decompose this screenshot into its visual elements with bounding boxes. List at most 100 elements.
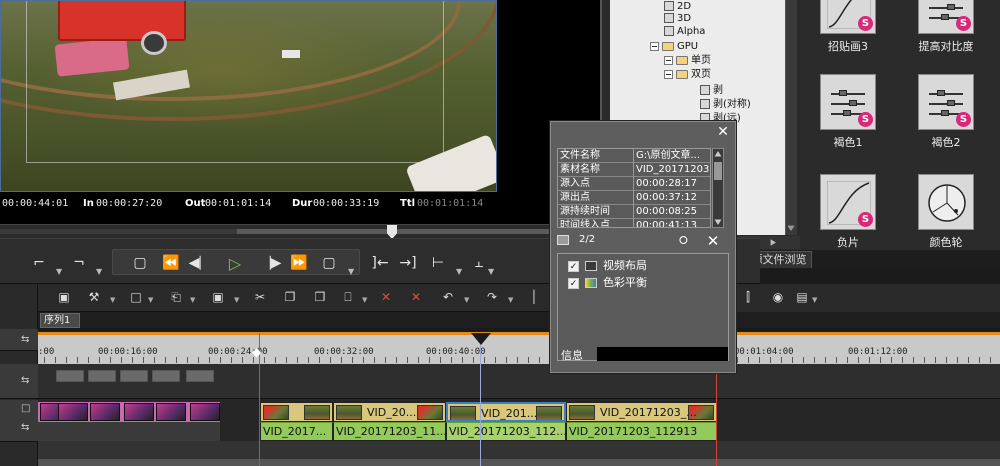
chevron-down-icon[interactable]: ▼ xyxy=(456,267,462,276)
match-frame-in-icon[interactable]: ]← xyxy=(368,252,392,274)
info-scrollbar[interactable] xyxy=(712,148,724,228)
tab-sequence-1[interactable]: 序列1 xyxy=(40,313,80,328)
effect-thumbnail[interactable]: S xyxy=(918,74,974,130)
delete-icon[interactable]: ✕ xyxy=(408,289,424,305)
property-row[interactable]: 素材名称 VID_20171203... xyxy=(558,163,710,177)
scrollbar-thumb[interactable] xyxy=(714,162,722,180)
chevron-down-icon[interactable]: ▼ xyxy=(348,267,354,276)
cut-icon[interactable]: ✂ xyxy=(252,289,268,305)
step-forward-icon[interactable]: ⎹▶ xyxy=(257,252,282,274)
property-row[interactable]: 时间线入点 00:00:41:13 xyxy=(558,219,710,227)
tree-item[interactable]: 单页 xyxy=(664,54,711,68)
collapse-icon[interactable] xyxy=(664,55,673,65)
preview-video-frame[interactable] xyxy=(0,0,497,192)
effect-thumbnail[interactable] xyxy=(918,174,974,230)
track-header-v1[interactable]: □ ⇆ xyxy=(0,400,38,442)
marker-icon[interactable]: │ xyxy=(526,289,542,305)
chevron-down-icon[interactable]: ▼ xyxy=(148,296,153,304)
video-clip[interactable] xyxy=(260,402,333,422)
tree-item[interactable]: 剥(对称) xyxy=(700,98,751,112)
in-point-flag-icon[interactable]: ◆ xyxy=(252,345,266,359)
property-row[interactable]: 源持续时间 00:00:08:25 xyxy=(558,205,710,219)
effect-tree-scrollbar[interactable] xyxy=(785,0,797,235)
effect-thumbnail[interactable]: S xyxy=(820,74,876,130)
chevron-down-icon[interactable]: ▼ xyxy=(96,267,102,276)
insert-icon[interactable]: ⊢ xyxy=(426,252,450,274)
effect-thumbnail[interactable]: S xyxy=(820,0,876,34)
audio-clip[interactable]: VID_2017... xyxy=(260,422,333,441)
close-icon[interactable]: ✕ xyxy=(705,232,721,250)
video-clip-selected[interactable]: VID_201... xyxy=(446,402,566,422)
tree-item[interactable]: 3D xyxy=(664,12,691,26)
track-a1[interactable] xyxy=(38,441,1000,459)
set-in-icon[interactable]: ⌐ xyxy=(30,252,48,274)
effect-row-layout[interactable]: ✓ 视频布局 xyxy=(568,258,647,274)
checkbox[interactable]: ✓ xyxy=(568,260,579,272)
camera-icon[interactable]: ▣ xyxy=(56,289,72,305)
effect-row-color-balance[interactable]: ✓ 色彩平衡 xyxy=(568,275,647,291)
audio-mixer-icon[interactable]: ⫿ xyxy=(740,289,756,305)
overwrite-icon[interactable]: ⫠ xyxy=(468,252,490,274)
sync-icon[interactable]: ⇆ xyxy=(21,334,29,345)
color-wheel-icon[interactable]: ◉ xyxy=(770,289,786,305)
effect-thumbnail[interactable]: S xyxy=(820,174,876,230)
property-row[interactable]: 源入点 00:00:28:17 xyxy=(558,177,710,191)
track-a2[interactable] xyxy=(38,459,1000,466)
undo-icon[interactable]: ↶ xyxy=(440,289,456,305)
property-row[interactable]: 文件名称 G:\原创文章... xyxy=(558,149,710,163)
filter-icon[interactable]: ⭘ xyxy=(679,234,693,248)
set-out-icon[interactable]: ¬ xyxy=(70,252,88,274)
chevron-down-icon[interactable]: ▼ xyxy=(488,267,494,276)
video-track-icon[interactable]: □ xyxy=(21,403,30,414)
chevron-down-icon[interactable]: ▼ xyxy=(812,296,817,304)
scrubber-thumb[interactable] xyxy=(387,225,397,239)
chevron-down-icon[interactable]: ▼ xyxy=(110,296,115,304)
audio-clip-selected[interactable]: VID_20171203_112... xyxy=(446,422,566,441)
loop-icon[interactable]: ▢ xyxy=(318,252,340,274)
chevron-down-icon[interactable]: ▼ xyxy=(190,296,195,304)
property-row[interactable]: 源出点 00:00:37:12 xyxy=(558,191,710,205)
fast-forward-icon[interactable]: ⏩ xyxy=(286,252,312,274)
stop-icon[interactable]: ▢ xyxy=(130,252,150,274)
delete-ripple-icon[interactable]: ✕ xyxy=(378,289,394,305)
paste-icon[interactable]: ❒ xyxy=(312,289,328,305)
track-v2[interactable] xyxy=(38,364,1000,399)
out-point-marker[interactable] xyxy=(716,365,717,466)
output-icon[interactable]: ▤ xyxy=(794,289,810,305)
checkbox[interactable]: ✓ xyxy=(568,277,579,289)
close-icon[interactable]: ✕ xyxy=(715,124,731,140)
tree-item[interactable]: Alpha xyxy=(664,25,705,39)
save-icon[interactable]: ▣ xyxy=(210,289,226,305)
video-clip[interactable]: VID_20171203_... xyxy=(566,402,717,422)
effect-thumbnail[interactable]: S xyxy=(918,0,974,34)
mixer-icon[interactable]: ⚒ xyxy=(86,289,102,305)
play-button[interactable]: ▷ xyxy=(224,252,246,274)
match-frame-out-icon[interactable]: →] xyxy=(396,252,420,274)
out-timecode[interactable]: 00:01:01:14 xyxy=(205,198,271,209)
timeline-ruler[interactable]: :00 00:00:16:00 00:00:24:00 00:00:32:00 00:0… xyxy=(38,332,1000,364)
chevron-down-icon[interactable]: ▼ xyxy=(362,296,367,304)
tree-item[interactable]: 双页 xyxy=(664,68,711,82)
in-timecode[interactable]: 00:00:27:20 xyxy=(96,198,162,209)
chevron-down-icon[interactable]: ▼ xyxy=(56,267,62,276)
open-folder-icon[interactable]: ⎗ xyxy=(168,289,184,305)
tree-item[interactable]: GPU xyxy=(650,40,698,54)
chevron-down-icon[interactable]: ▼ xyxy=(234,296,239,304)
tree-item[interactable]: 剥 xyxy=(700,84,723,98)
rewind-icon[interactable]: ⏪ xyxy=(158,252,184,274)
audio-clip[interactable]: VID_20171203_112913 xyxy=(566,422,717,441)
redo-icon[interactable]: ↷ xyxy=(484,289,500,305)
sync-icon[interactable]: ⇆ xyxy=(21,422,29,433)
chevron-down-icon[interactable]: ▼ xyxy=(464,296,469,304)
ripple-icon[interactable]: ⎕ xyxy=(340,289,356,305)
playhead-line[interactable] xyxy=(480,344,481,466)
audio-clip[interactable]: VID_20171203_11... xyxy=(333,422,446,441)
video-clip[interactable]: VID_20... xyxy=(333,402,446,422)
track-header-v2[interactable]: ⇆ xyxy=(0,364,38,399)
collapse-icon[interactable] xyxy=(664,69,673,79)
chevron-down-icon[interactable]: ▼ xyxy=(508,296,513,304)
step-back-icon[interactable]: ◀⎸ xyxy=(189,252,214,274)
copy-icon[interactable]: ❐ xyxy=(282,289,298,305)
sync-icon[interactable]: ⇆ xyxy=(21,375,29,386)
collapse-icon[interactable] xyxy=(650,41,659,51)
